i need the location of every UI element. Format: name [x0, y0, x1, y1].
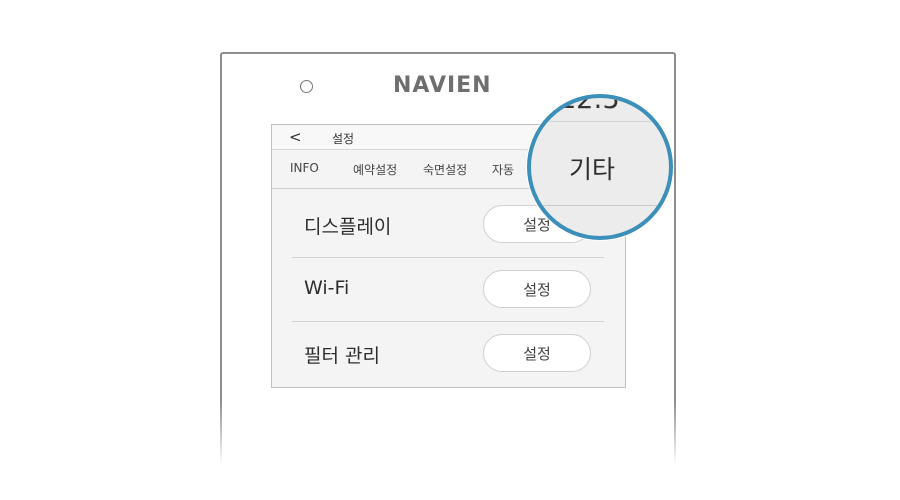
- setting-label-filter: 필터 관리: [304, 345, 380, 367]
- device-fade: [210, 400, 690, 500]
- magnifier-divider: [531, 205, 669, 206]
- chevron-left-icon[interactable]: <: [289, 128, 302, 146]
- tab-auto[interactable]: 자동: [492, 161, 514, 178]
- row-divider: [292, 321, 604, 322]
- row-divider: [292, 257, 604, 258]
- filter-settings-button[interactable]: 설정: [483, 334, 591, 372]
- stage: NAVIEN < 설정 INFO 예약설정 숙면설정 자동 디스플레이 설정 W…: [0, 0, 900, 500]
- navien-logo: NAVIEN: [393, 73, 492, 98]
- tab-info[interactable]: INFO: [290, 161, 319, 175]
- power-button-icon[interactable]: [300, 80, 313, 93]
- tab-etc[interactable]: 기타: [569, 150, 615, 186]
- setting-label-wifi: Wi-Fi: [304, 277, 350, 299]
- clock-readout: 12:5: [559, 94, 620, 115]
- wifi-settings-button[interactable]: 설정: [483, 270, 591, 308]
- setting-row-wifi: Wi-Fi 설정: [292, 259, 604, 321]
- tab-sleep[interactable]: 숙면설정: [423, 161, 467, 178]
- setting-label-display: 디스플레이: [304, 216, 392, 238]
- setting-row-filter: 필터 관리 설정: [292, 323, 604, 385]
- magnifier-divider: [531, 121, 669, 122]
- magnifier-callout: 12:5 기타: [527, 94, 673, 240]
- tab-schedule[interactable]: 예약설정: [353, 161, 397, 178]
- page-title: 설정: [332, 132, 355, 146]
